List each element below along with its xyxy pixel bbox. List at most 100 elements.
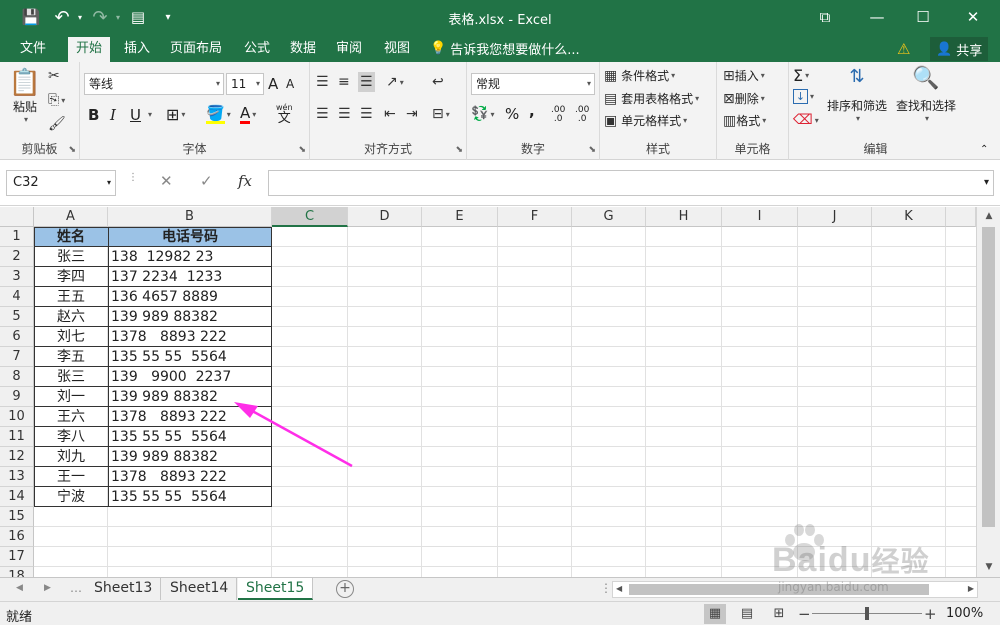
share-button[interactable]: 👤 共享 <box>930 37 989 61</box>
row-header-12[interactable]: 12 <box>0 447 34 467</box>
prev-sheet-icon[interactable]: ◀ <box>16 583 23 593</box>
sheet-tab-sheet14[interactable]: Sheet14 <box>162 578 238 600</box>
column-header-a[interactable]: A <box>34 207 108 227</box>
name-cell[interactable]: 刘一 <box>34 387 108 407</box>
tab-insert[interactable]: 插入 <box>116 37 158 62</box>
row-header-13[interactable]: 13 <box>0 467 34 487</box>
maximize-icon[interactable]: ☐ <box>900 0 946 34</box>
font-name-box[interactable]: 等线 ▾ <box>84 73 224 95</box>
vertical-scroll-thumb[interactable] <box>982 227 995 527</box>
row-header-2[interactable]: 2 <box>0 247 34 267</box>
tab-home[interactable]: 开始 <box>68 37 111 62</box>
column-header-g[interactable]: G <box>572 207 646 227</box>
phone-cell[interactable]: 135 55 55 5564 <box>108 487 272 507</box>
underline-button[interactable]: U <box>130 106 141 124</box>
bottom-align-icon[interactable]: ☰ <box>358 72 375 92</box>
column-header-i[interactable]: I <box>722 207 798 227</box>
insert-function-icon[interactable]: fx <box>238 172 252 190</box>
phone-cell[interactable]: 139 989 88382 <box>108 387 272 407</box>
phone-cell[interactable]: 138 12982 23 <box>108 247 272 267</box>
name-cell[interactable]: 李八 <box>34 427 108 447</box>
row-header-6[interactable]: 6 <box>0 327 34 347</box>
name-cell[interactable]: 张三 <box>34 247 108 267</box>
borders-icon[interactable]: ⊞ ▾ <box>166 105 185 124</box>
percent-style-button[interactable]: % <box>505 105 519 123</box>
name-cell[interactable]: 张三 <box>34 367 108 387</box>
row-header-10[interactable]: 10 <box>0 407 34 427</box>
tab-page-layout[interactable]: 页面布局 <box>162 37 230 62</box>
normal-view-icon[interactable]: ▦ <box>704 604 726 624</box>
page-layout-view-icon[interactable]: ▤ <box>736 604 758 624</box>
tab-file[interactable]: 文件 <box>12 37 54 62</box>
phone-cell[interactable]: 137 2234 1233 <box>108 267 272 287</box>
number-format-box[interactable]: 常规 ▾ <box>471 73 595 95</box>
add-sheet-icon[interactable]: + <box>336 580 354 598</box>
phone-cell[interactable]: 139 989 88382 <box>108 447 272 467</box>
minimize-icon[interactable]: — <box>854 0 900 34</box>
worksheet-grid[interactable]: A B C D E F G H I J K 1 2 3 4 5 6 7 8 9 10 11 12 13 14 15 16 17 18 姓名… <box>0 207 1000 577</box>
merge-center-icon[interactable]: ⊟ ▾ <box>432 106 450 122</box>
splitter-icon[interactable]: ⋮ <box>600 581 612 595</box>
close-icon[interactable]: ✕ <box>950 0 996 34</box>
format-painter-icon[interactable]: 🖌 <box>48 116 66 132</box>
phonetic-guide-icon[interactable]: wén 文 <box>276 102 293 125</box>
row-header-8[interactable]: 8 <box>0 367 34 387</box>
name-cell[interactable]: 李四 <box>34 267 108 287</box>
row-header-1[interactable]: 1 <box>0 227 34 247</box>
column-header-d[interactable]: D <box>348 207 422 227</box>
phone-cell[interactable]: 136 4657 8889 <box>108 287 272 307</box>
phone-cell[interactable]: 1378 8893 222 <box>108 327 272 347</box>
cancel-icon[interactable]: ✕ <box>160 172 173 190</box>
name-cell[interactable]: 王五 <box>34 287 108 307</box>
collapse-ribbon-icon[interactable]: ⌃ <box>980 144 988 155</box>
header-cell-phone[interactable]: 电话号码 <box>108 227 272 247</box>
comma-style-button[interactable]: , <box>529 102 535 120</box>
delete-cells-button[interactable]: ⊠ 删除 ▾ <box>723 90 765 107</box>
ribbon-display-options-icon[interactable]: ⧉ <box>802 0 848 34</box>
row-header-16[interactable]: 16 <box>0 527 34 547</box>
font-size-box[interactable]: 11 ▾ <box>226 73 264 95</box>
increase-indent-icon[interactable]: ⇥ <box>406 106 418 122</box>
column-header-k[interactable]: K <box>872 207 946 227</box>
phone-cell[interactable]: 1378 8893 222 <box>108 467 272 487</box>
sheet-more-icon[interactable]: … <box>70 581 82 595</box>
row-header-5[interactable]: 5 <box>0 307 34 327</box>
name-cell[interactable]: 王一 <box>34 467 108 487</box>
align-center-icon[interactable]: ☰ <box>338 106 351 122</box>
phone-cell[interactable]: 139 9900 2237 <box>108 367 272 387</box>
row-header-14[interactable]: 14 <box>0 487 34 507</box>
autosum-icon[interactable]: Σ ▾ <box>793 66 809 85</box>
name-box[interactable]: C32 ▾ <box>6 170 116 196</box>
paste-button[interactable]: 📋 粘贴 ▾ <box>8 68 42 124</box>
phone-cell[interactable]: 135 55 55 5564 <box>108 347 272 367</box>
enter-icon[interactable]: ✓ <box>200 172 213 190</box>
horizontal-scrollbar[interactable]: ◀ ▶ <box>612 581 978 598</box>
find-select-button[interactable]: 🔍 查找和选择 ▾ <box>893 66 959 123</box>
row-header-17[interactable]: 17 <box>0 547 34 567</box>
row-header-3[interactable]: 3 <box>0 267 34 287</box>
row-header-18[interactable]: 18 <box>0 567 34 577</box>
column-header-f[interactable]: F <box>498 207 572 227</box>
middle-align-icon[interactable]: ≡ <box>338 74 350 90</box>
sort-filter-button[interactable]: ⇅ 排序和筛选 ▾ <box>825 66 889 123</box>
decrease-decimal-button[interactable]: .00 .0 <box>575 106 589 124</box>
name-cell[interactable]: 刘九 <box>34 447 108 467</box>
sheet-tab-sheet15[interactable]: Sheet15 <box>238 578 314 600</box>
align-right-icon[interactable]: ☰ <box>360 106 373 122</box>
name-cell[interactable]: 宁波 <box>34 487 108 507</box>
vertical-scrollbar[interactable]: ▲ ▼ <box>976 207 1000 577</box>
tab-review[interactable]: 审阅 <box>328 37 370 62</box>
decrease-font-size-button[interactable]: A <box>286 77 294 91</box>
decrease-indent-icon[interactable]: ⇤ <box>384 106 396 122</box>
header-cell-name[interactable]: 姓名 <box>34 227 108 247</box>
horizontal-scroll-thumb[interactable] <box>629 584 929 595</box>
italic-button[interactable]: I <box>110 106 116 124</box>
tab-view[interactable]: 视图 <box>376 37 418 62</box>
dialog-launcher-icon[interactable]: ⬊ <box>588 145 596 155</box>
column-header-h[interactable]: H <box>646 207 722 227</box>
row-header-11[interactable]: 11 <box>0 427 34 447</box>
formula-input[interactable]: ▾ <box>268 170 994 196</box>
next-sheet-icon[interactable]: ▶ <box>44 583 51 593</box>
align-left-icon[interactable]: ☰ <box>316 106 329 122</box>
column-header-c[interactable]: C <box>272 207 348 227</box>
